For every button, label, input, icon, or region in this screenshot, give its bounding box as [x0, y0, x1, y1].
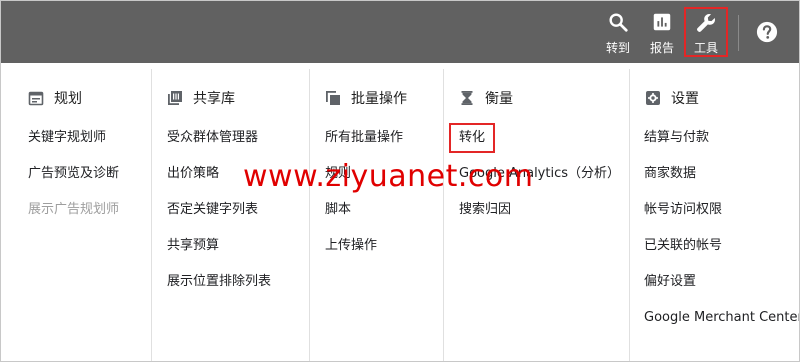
- column-planning: 规划 关键字规划师 广告预览及诊断 展示广告规划师: [1, 63, 151, 361]
- column-header-shared-library: 共享库: [167, 89, 235, 107]
- tools-menu-screenshot: 转到 报告 工具 规划 关键字规划师 广告预览及诊断 展示广告规划师 共享库 受…: [0, 0, 800, 362]
- wrench-icon: [697, 13, 716, 32]
- column-shared-library: 共享库 受众群体管理器 出价策略 否定关键字列表 共享预算 展示位置排除列表: [151, 63, 309, 361]
- calendar-icon: [28, 91, 44, 106]
- menu-item-display-planner: 展示广告规划师: [28, 202, 120, 217]
- menu-item-search-attribution[interactable]: 搜索归因: [459, 202, 511, 218]
- column-title: 设置: [671, 91, 699, 107]
- bar-chart-icon: [653, 13, 671, 31]
- menu-item-rules[interactable]: 规则: [325, 166, 351, 182]
- top-toolbar: 转到 报告 工具: [1, 1, 799, 63]
- hourglass-icon: [461, 91, 473, 105]
- reports-button[interactable]: 报告: [643, 1, 681, 63]
- menu-item-audience-manager[interactable]: 受众群体管理器: [167, 130, 258, 146]
- toolbar-divider: [738, 15, 739, 51]
- menu-item-bid-strategies[interactable]: 出价策略: [167, 166, 219, 182]
- menu-item-ad-preview[interactable]: 广告预览及诊断: [28, 166, 119, 182]
- menu-item-placement-exclusions[interactable]: 展示位置排除列表: [167, 274, 271, 290]
- column-header-planning: 规划: [28, 89, 82, 107]
- column-measurement: 衡量 转化 Google Analytics（分析） 搜索归因: [443, 63, 629, 361]
- column-bulk-actions: 批量操作 所有批量操作 规则 脚本 上传操作: [309, 63, 443, 361]
- reports-label: 报告: [649, 41, 674, 55]
- column-title: 批量操作: [351, 91, 407, 107]
- goto-label: 转到: [605, 41, 630, 55]
- goto-button[interactable]: 转到: [599, 1, 637, 63]
- menu-item-linked-accounts[interactable]: 已关联的帐号: [644, 238, 722, 254]
- menu-item-scripts[interactable]: 脚本: [325, 202, 351, 218]
- menu-item-shared-budgets[interactable]: 共享预算: [167, 238, 219, 254]
- menu-item-uploads[interactable]: 上传操作: [325, 238, 377, 254]
- gear-icon: [646, 91, 660, 105]
- search-icon: [609, 13, 628, 32]
- menu-item-google-analytics[interactable]: Google Analytics（分析）: [459, 166, 620, 182]
- menu-item-keyword-planner[interactable]: 关键字规划师: [28, 130, 106, 146]
- menu-item-conversions[interactable]: 转化: [449, 123, 496, 153]
- column-title: 规划: [54, 91, 82, 107]
- menu-item-account-access[interactable]: 帐号访问权限: [644, 202, 722, 218]
- menu-item-negative-keyword-lists[interactable]: 否定关键字列表: [167, 202, 258, 218]
- column-header-bulk-actions: 批量操作: [325, 89, 407, 107]
- library-icon: [168, 91, 182, 105]
- column-title: 衡量: [485, 91, 513, 107]
- menu-item-merchant-center[interactable]: Google Merchant Center: [644, 310, 799, 326]
- help-button[interactable]: [753, 1, 781, 63]
- help-icon: [756, 21, 778, 43]
- column-title: 共享库: [193, 91, 235, 107]
- menu-item-all-bulk-actions[interactable]: 所有批量操作: [325, 130, 403, 146]
- column-setup: 设置 结算与付款 商家数据 帐号访问权限 已关联的帐号 偏好设置 Google …: [629, 63, 799, 361]
- menu-item-billing[interactable]: 结算与付款: [644, 130, 709, 146]
- tools-dropdown-menu: 规划 关键字规划师 广告预览及诊断 展示广告规划师 共享库 受众群体管理器 出价…: [1, 63, 799, 361]
- copy-icon: [326, 91, 340, 105]
- tools-label: 工具: [693, 41, 718, 55]
- tools-button[interactable]: 工具: [684, 7, 728, 57]
- menu-item-preferences[interactable]: 偏好设置: [644, 274, 696, 290]
- column-header-setup: 设置: [645, 89, 699, 107]
- menu-item-business-data[interactable]: 商家数据: [644, 166, 696, 182]
- column-header-measurement: 衡量: [459, 89, 513, 107]
